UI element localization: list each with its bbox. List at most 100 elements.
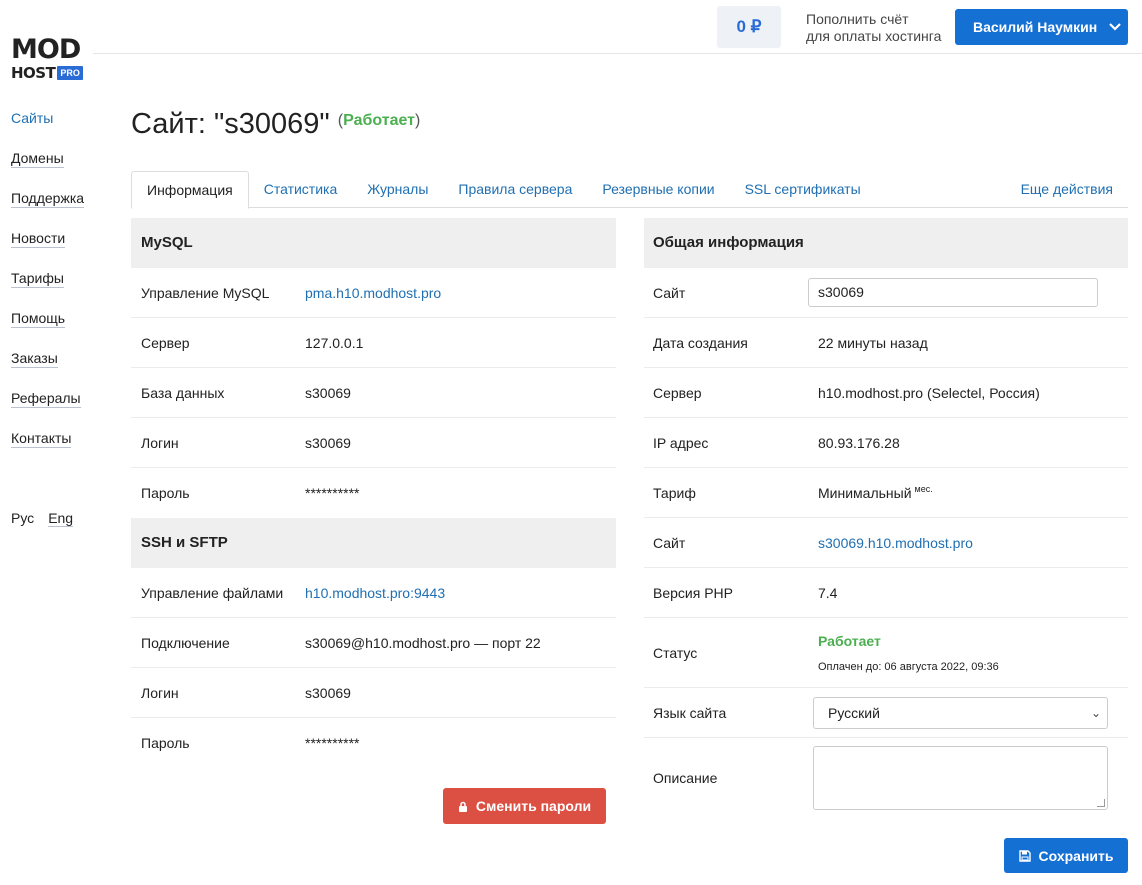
sidebar-item-domains[interactable]: Домены [11, 150, 84, 190]
row-value: Работает Оплачен до: 06 августа 2022, 09… [818, 633, 999, 673]
sidebar-item-label: Помощь [11, 310, 66, 328]
tab-stats[interactable]: Статистика [249, 171, 353, 208]
tab-ssl[interactable]: SSL сертификаты [730, 171, 876, 208]
row-key: Управление файлами [141, 584, 284, 601]
row-key: Тариф [653, 484, 696, 501]
tab-more-actions[interactable]: Еще действия [1006, 171, 1128, 208]
row-key: Версия PHP [653, 584, 733, 601]
tab-info[interactable]: Информация [131, 171, 249, 209]
description-textarea[interactable] [813, 746, 1108, 810]
tab-backups[interactable]: Резервные копии [587, 171, 729, 208]
tab-logs[interactable]: Журналы [352, 171, 443, 208]
row-value: s30069 [305, 684, 351, 701]
resize-handle-icon[interactable] [1097, 799, 1105, 807]
balance-badge[interactable]: 0 ₽ [717, 6, 781, 48]
row-value: 22 минуты назад [818, 334, 928, 351]
table-row: Тариф Минимальный мес. [644, 468, 1128, 518]
row-key: Сайт [653, 284, 686, 301]
sidebar-nav: Сайты Домены Поддержка Новости Тарифы По… [11, 110, 85, 470]
table-row: Дата создания 22 минуты назад [644, 318, 1128, 368]
logo[interactable]: MOD HOST PRO [11, 34, 83, 86]
row-value: ********** [305, 485, 360, 501]
topup-link[interactable]: Пополнить счёт для оплаты хостинга [806, 11, 941, 45]
site-domain-link[interactable]: s30069.h10.modhost.pro [818, 535, 973, 551]
row-key: IP адрес [653, 434, 709, 451]
row-value: s30069 [305, 434, 351, 451]
save-label: Сохранить [1038, 847, 1114, 864]
table-row: Пароль ********** [131, 468, 616, 518]
table-row: Подключение s30069@h10.modhost.pro — пор… [131, 618, 616, 668]
sidebar-item-news[interactable]: Новости [11, 230, 84, 270]
language-switcher: Рус Eng [11, 510, 74, 527]
row-key: Дата создания [653, 334, 748, 351]
user-menu-button[interactable]: Василий Наумкин [955, 9, 1128, 45]
lang-ru[interactable]: Рус [11, 510, 34, 527]
row-value: 127.0.0.1 [305, 334, 364, 351]
table-row: Сервер 127.0.0.1 [131, 318, 616, 368]
general-info-panel: Общая информация Сайт s30069 Дата создан… [644, 218, 1128, 818]
change-passwords-button[interactable]: Сменить пароли [443, 788, 606, 824]
mysql-admin-link[interactable]: pma.h10.modhost.pro [305, 285, 441, 301]
general-heading: Общая информация [644, 218, 1128, 268]
table-row: Логин s30069 [131, 418, 616, 468]
row-key: Логин [141, 684, 179, 701]
sidebar-item-sites[interactable]: Сайты [11, 110, 84, 150]
row-key: Статус [653, 644, 698, 661]
row-value: s30069 [305, 384, 351, 401]
site-status: Работает [343, 112, 415, 129]
save-icon [1018, 849, 1031, 862]
ssh-heading: SSH и SFTP [131, 518, 616, 568]
sidebar-item-referrals[interactable]: Рефералы [11, 390, 84, 430]
change-passwords-label: Сменить пароли [475, 798, 592, 814]
sidebar-item-support[interactable]: Поддержка [11, 190, 85, 230]
lock-icon [458, 801, 467, 812]
mysql-ssh-panel: MySQL Управление MySQL pma.h10.modhost.p… [131, 218, 616, 768]
table-row: Управление файлами h10.modhost.pro:9443 [131, 568, 616, 618]
table-row: Язык сайта Русский ⌄ [644, 688, 1128, 738]
row-value: s30069@h10.modhost.pro — порт 22 [305, 634, 541, 651]
table-row: Статус Работает Оплачен до: 06 августа 2… [644, 618, 1128, 688]
tariff-value: Минимальный [818, 485, 912, 501]
sidebar-item-label: Рефералы [11, 390, 81, 408]
tab-server-rules[interactable]: Правила сервера [443, 171, 587, 208]
row-key: Пароль [141, 485, 190, 501]
sidebar-item-label: Тарифы [11, 270, 64, 288]
row-key: Пароль [141, 735, 190, 751]
table-row: Логин s30069 [131, 668, 616, 718]
logo-badge: PRO [57, 66, 83, 80]
table-row: База данных s30069 [131, 368, 616, 418]
logo-line2: HOST [11, 64, 56, 82]
logo-line1: MOD [11, 34, 81, 65]
row-value: ********** [305, 735, 360, 751]
tariff-period: мес. [914, 484, 933, 494]
site-name-input[interactable]: s30069 [808, 278, 1098, 307]
row-key: Логин [141, 434, 179, 451]
status-badge: Работает [818, 632, 881, 649]
chevron-down-icon: ⌄ [1090, 705, 1101, 720]
sidebar-item-label: Контакты [11, 430, 72, 448]
save-button[interactable]: Сохранить [1004, 838, 1128, 873]
row-key: Сайт [653, 534, 686, 551]
row-key: Сервер [141, 334, 190, 351]
tabs-bar: Информация Статистика Журналы Правила се… [131, 171, 1128, 209]
page-title-text: Сайт: "s30069" [131, 108, 330, 140]
table-row: Версия PHP 7.4 [644, 568, 1128, 618]
sidebar-item-help[interactable]: Помощь [11, 310, 84, 350]
table-row: IP адрес 80.93.176.28 [644, 418, 1128, 468]
sidebar-item-orders[interactable]: Заказы [11, 350, 84, 390]
row-key: Описание [653, 770, 718, 786]
sidebar-item-contacts[interactable]: Контакты [11, 430, 84, 470]
page-title: Сайт: "s30069" (Работает) [131, 108, 420, 141]
sidebar-item-label: Сайты [11, 110, 54, 126]
topup-line2: для оплаты хостинга [806, 28, 942, 44]
table-row: Управление MySQL pma.h10.modhost.pro [131, 268, 616, 318]
lang-en[interactable]: Eng [48, 510, 74, 527]
row-key: Язык сайта [653, 704, 727, 721]
sidebar-item-tariffs[interactable]: Тарифы [11, 270, 84, 310]
file-manager-link[interactable]: h10.modhost.pro:9443 [305, 585, 445, 601]
row-key: Подключение [141, 634, 230, 651]
table-row: Сайт s30069.h10.modhost.pro [644, 518, 1128, 568]
table-row: Сайт s30069 [644, 268, 1128, 318]
site-language-select[interactable]: Русский ⌄ [813, 696, 1108, 729]
table-row: Сервер h10.modhost.pro (Selectel, Россия… [644, 368, 1128, 418]
